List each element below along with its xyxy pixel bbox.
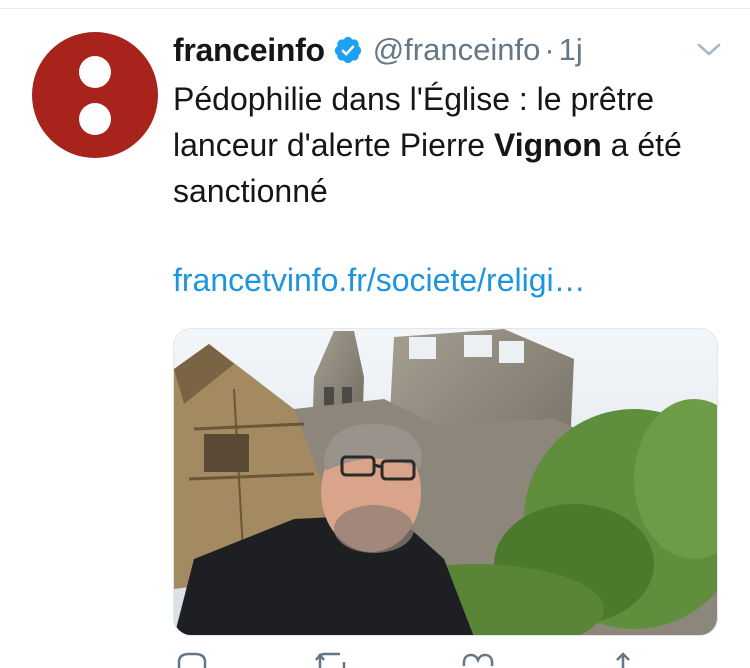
display-name[interactable]: franceinfo (173, 32, 325, 69)
chevron-down-icon[interactable] (695, 40, 723, 60)
reply-icon (177, 652, 207, 668)
like-button[interactable] (461, 652, 495, 668)
top-divider (0, 8, 750, 9)
timestamp[interactable]: 1j (559, 32, 583, 68)
share-icon (616, 652, 630, 668)
avatar-logo-dot-top (79, 56, 111, 88)
like-icon (462, 653, 494, 667)
media-card[interactable] (173, 328, 718, 636)
tweet-text: Pédophilie dans l'Église : le prêtre lan… (173, 76, 733, 214)
avatar-logo-dot-bottom (79, 103, 111, 135)
retweet-icon (315, 652, 346, 668)
tweet-actions (173, 652, 718, 668)
article-link[interactable]: francetvinfo.fr/societe/religi… (173, 262, 586, 299)
article-photo (174, 329, 717, 635)
verified-badge-icon (334, 36, 361, 64)
tweet-text-bold: Vignon (493, 127, 602, 163)
share-button[interactable] (608, 652, 638, 668)
retweet-button[interactable] (314, 652, 354, 668)
handle[interactable]: @franceinfo (373, 32, 541, 68)
separator-dot: · (544, 32, 555, 67)
tweet-header: franceinfo @franceinfo · 1j (173, 28, 583, 72)
reply-button[interactable] (175, 652, 209, 668)
avatar[interactable] (32, 32, 158, 158)
